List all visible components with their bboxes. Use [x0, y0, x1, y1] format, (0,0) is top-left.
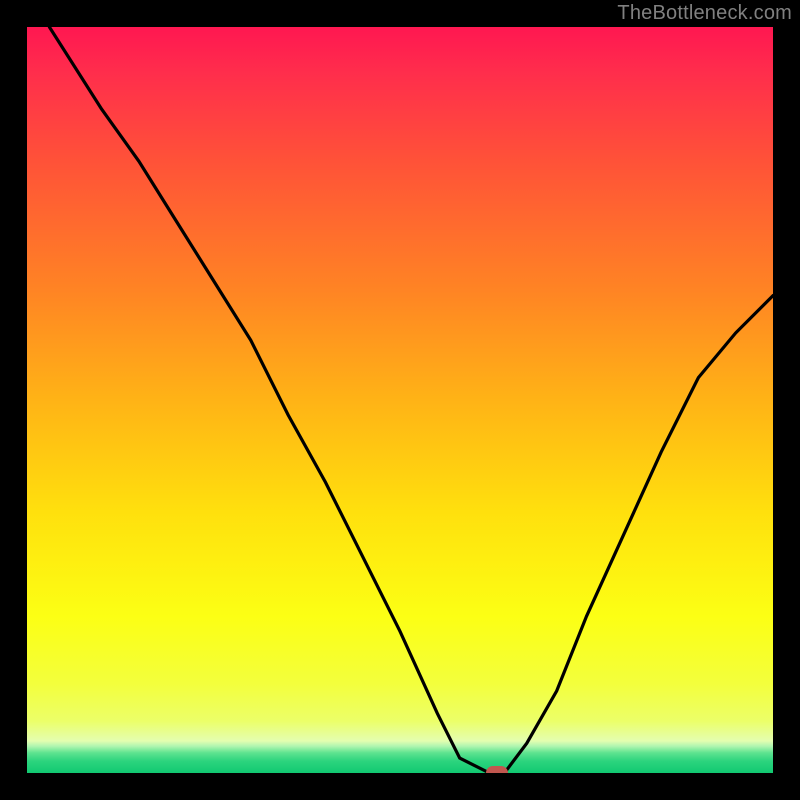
- plot-area: [27, 27, 773, 773]
- bottleneck-curve: [27, 27, 773, 773]
- watermark-text: TheBottleneck.com: [617, 2, 792, 25]
- bottleneck-marker: [486, 766, 508, 773]
